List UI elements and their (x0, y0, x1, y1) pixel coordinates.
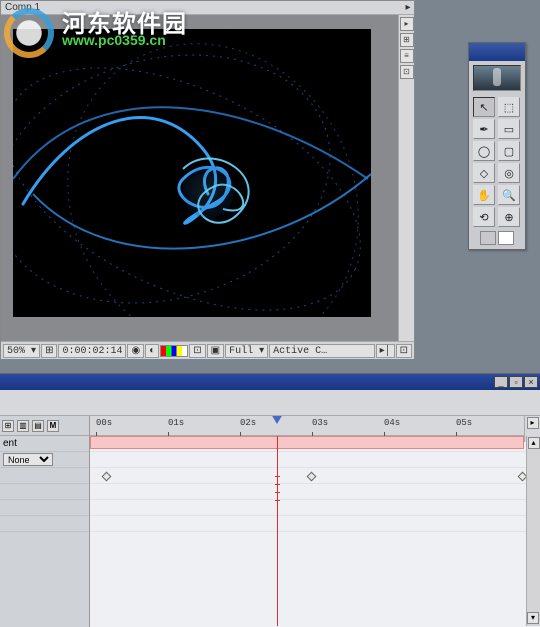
zoom-tool[interactable]: 🔍 (498, 185, 520, 205)
viewer-area: ▸ ⊞ ≡ ⊡ (1, 15, 414, 341)
track-row-keyframes[interactable] (90, 468, 540, 484)
track-row-1[interactable] (90, 436, 540, 452)
playhead-line[interactable] (277, 436, 278, 626)
axis-tool[interactable]: ⊕ (498, 207, 520, 227)
timeline-left-pane: ⊞ ▥ ▤ M ent None (0, 416, 90, 627)
timecode-display[interactable]: 0:00:02:14 (58, 344, 126, 358)
anchor-tool[interactable]: ◇ (473, 163, 495, 183)
timeline-track-area: 00s01s02s03s04s05s06s ▸ ▴ ▾ (90, 416, 540, 627)
bg-color-swatch[interactable] (498, 231, 514, 245)
snapshot-button[interactable]: ◉ (127, 344, 144, 358)
ellipse-tool[interactable]: ◯ (473, 141, 495, 161)
composition-canvas[interactable] (13, 29, 371, 317)
region-button[interactable]: ⊡ (189, 344, 205, 358)
keyframe-marker[interactable] (307, 472, 317, 482)
orbit-tool[interactable]: ◎ (498, 163, 520, 183)
timeline-header (0, 390, 540, 416)
close-button[interactable]: × (524, 376, 538, 388)
tool-palette-preview (473, 65, 521, 91)
ruler-tick: 05s (456, 418, 472, 428)
timeline-vscrollbar[interactable]: ▴ ▾ (526, 436, 540, 626)
rgb-channels-icon[interactable] (160, 345, 188, 357)
track-row-5[interactable] (90, 500, 540, 516)
transparency-button[interactable]: ▣ (207, 344, 224, 358)
layer-row-header-4[interactable] (0, 484, 89, 500)
layer-row-header-5[interactable] (0, 500, 89, 516)
roundrect-tool[interactable]: ▢ (498, 141, 520, 161)
track-row-6[interactable] (90, 516, 540, 532)
selection-tool[interactable]: ↖ (473, 97, 495, 117)
maximize-button[interactable]: ▫ (509, 376, 523, 388)
ruler-tick: 02s (240, 418, 256, 428)
track-row-2[interactable] (90, 452, 540, 468)
pen-tool[interactable]: ✒ (473, 119, 495, 139)
hand-tool[interactable]: ✋ (473, 185, 495, 205)
keyframe-marker[interactable] (102, 472, 112, 482)
vscroll-down[interactable]: ▾ (527, 612, 539, 624)
minimize-button[interactable]: _ (494, 376, 508, 388)
zoom-select[interactable]: 50% ▾ (3, 344, 40, 358)
viewer-side-btn-2[interactable]: ⊞ (400, 33, 414, 47)
footer-btn-a[interactable]: ▸│ (376, 344, 395, 358)
channel-button[interactable]: ◐ (145, 344, 159, 358)
rect-tool[interactable]: ▭ (498, 119, 520, 139)
tool-palette-titlebar[interactable] (469, 43, 525, 61)
camera-select[interactable]: Active C… (269, 344, 374, 358)
ruler-tick: 00s (96, 418, 112, 428)
composition-panel: Comp 1 ▸ ▸ ⊞ ≡ ⊡ (0, 0, 415, 358)
timeline-left-icons: ⊞ ▥ ▤ M (0, 416, 89, 436)
viewer-side-btn-4[interactable]: ⊡ (400, 65, 414, 79)
resolution-select[interactable]: Full ▾ (225, 344, 268, 358)
layer-row-header-6[interactable] (0, 516, 89, 532)
rotate-tool[interactable]: ⟲ (473, 207, 495, 227)
tracks: ▴ ▾ (90, 436, 540, 626)
timeline-titlebar[interactable]: _ ▫ × (0, 374, 540, 390)
ruler-tick: 04s (384, 418, 400, 428)
ruler-tick: 03s (312, 418, 328, 428)
tl-icon-2[interactable]: ▥ (17, 420, 29, 432)
grid-button[interactable]: ⊞ (41, 344, 57, 358)
layer-row-header-2[interactable]: None (0, 452, 89, 468)
comp-tab-bar: Comp 1 ▸ (1, 1, 414, 15)
layer-row-header-3[interactable] (0, 468, 89, 484)
tl-icon-m[interactable]: M (47, 420, 59, 432)
parent-select[interactable]: None (3, 453, 53, 466)
tool-palette: ↖ ⬚ ✒ ▭ ◯ ▢ ◇ ◎ ✋ 🔍 ⟲ ⊕ (468, 42, 526, 250)
marquee-tool[interactable]: ⬚ (498, 97, 520, 117)
comp-footer-toolbar: 50% ▾ ⊞ 0:00:02:14 ◉ ◐ ⊡ ▣ Full ▾ Active… (1, 341, 414, 359)
viewer-side-btn-1[interactable]: ▸ (400, 17, 414, 31)
comp-tab[interactable]: Comp 1 (5, 2, 40, 13)
tl-icon-1[interactable]: ⊞ (2, 420, 14, 432)
ruler-scroll-right[interactable]: ▸ (527, 417, 539, 429)
comp-tab-menu-arrow[interactable]: ▸ (402, 1, 414, 15)
tool-color-swatches (469, 231, 525, 249)
viewer-side-btn-3[interactable]: ≡ (400, 49, 414, 63)
ruler-tick: 01s (168, 418, 184, 428)
time-ruler[interactable]: 00s01s02s03s04s05s06s (90, 416, 540, 436)
tl-icon-3[interactable]: ▤ (32, 420, 44, 432)
timeline-panel: _ ▫ × ⊞ ▥ ▤ M ent None (0, 373, 540, 626)
track-row-4[interactable] (90, 484, 540, 500)
playhead-indicator-icon[interactable] (271, 416, 283, 424)
vscroll-up[interactable]: ▴ (528, 437, 540, 449)
viewer-side-toolbar: ▸ ⊞ ≡ ⊡ (398, 15, 414, 341)
footer-btn-b[interactable]: ⊡ (396, 344, 412, 358)
fg-color-swatch[interactable] (480, 231, 496, 245)
layer-row-header-1[interactable]: ent (0, 436, 89, 452)
